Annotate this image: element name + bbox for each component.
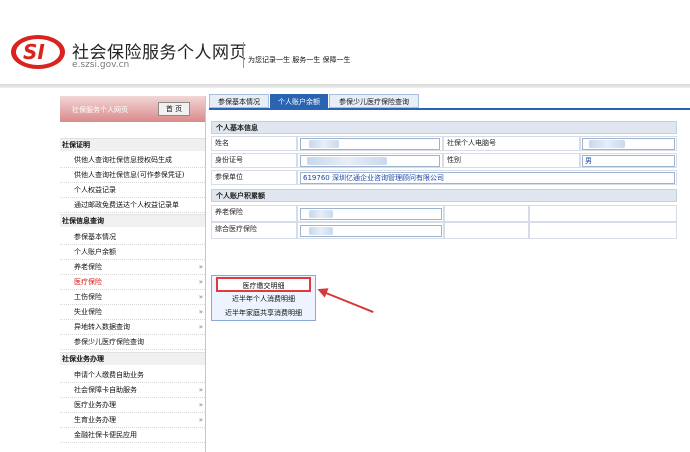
pension-extra-cell	[444, 205, 529, 222]
redacted-mask	[309, 210, 333, 218]
sidebar-item-label: 失业保险	[74, 308, 102, 316]
gender-field: 男	[582, 155, 675, 167]
sidebar-item-label: 个人权益记录	[74, 186, 116, 194]
chevron-right-icon: »	[198, 416, 203, 424]
sidebar-item-label: 养老保险	[74, 263, 102, 271]
sidebar-item-rights-record[interactable]: 个人权益记录	[60, 183, 205, 198]
sidebar-item-label: 申请个人缴费自助业务	[74, 371, 144, 379]
sidebar: 社保服务个人网页 首 页 社保证明 供他人查询社保信息授权码生成 供他人查询社保…	[60, 96, 206, 452]
sidebar-item-label: 参保少儿医疗保险查询	[74, 338, 144, 346]
sidebar-item-label: 金融社保卡便民应用	[74, 431, 137, 439]
chevron-right-icon: »	[198, 263, 203, 271]
sidebar-item-label: 医疗保险	[74, 278, 102, 286]
menu-item-family-spending[interactable]: 近半年家庭共享消费明细	[212, 306, 315, 321]
annotation-arrow-shaft	[325, 292, 374, 314]
sidebar-item-pension[interactable]: 养老保险 »	[60, 260, 205, 275]
sidebar-section-query[interactable]: 社保信息查询	[60, 214, 205, 227]
sidebar-item-injury[interactable]: 工伤保险 »	[60, 290, 205, 305]
sidebar-item-label: 通过邮政免费送达个人权益记录单	[74, 201, 179, 209]
name-field	[300, 138, 440, 150]
gender-label: 性别	[443, 153, 580, 168]
pension-extra-cell-2	[529, 205, 677, 222]
social-id-field	[582, 138, 675, 150]
chevron-right-icon: »	[198, 308, 203, 316]
sidebar-item-label: 工伤保险	[74, 293, 102, 301]
tab-basic-info[interactable]: 参保基本情况	[209, 94, 269, 108]
sidebar-item-finance-card[interactable]: 金融社保卡便民应用	[60, 428, 205, 443]
sidebar-item-label: 供他人查询社保信息授权码生成	[74, 156, 172, 164]
sidebar-item-label: 社会保障卡自助服务	[74, 386, 137, 394]
sidebar-section-business[interactable]: 社保业务办理	[60, 352, 205, 365]
site-domain: e.szsi.gov.cn	[72, 60, 130, 70]
sidebar-section-cert[interactable]: 社保证明	[60, 138, 205, 151]
home-button[interactable]: 首 页	[158, 102, 190, 116]
sidebar-item-account-balance[interactable]: 个人账户余额	[60, 245, 205, 260]
sidebar-item-label: 供他人查询社保信息(可作参保凭证)	[74, 171, 185, 179]
tab-bar: 参保基本情况 个人账户余额 参保少儿医疗保险查询	[209, 94, 690, 110]
medical-extra-cell	[444, 222, 529, 239]
social-id-label: 社保个人电脑号	[443, 136, 580, 151]
sidebar-item-label: 异地转入数据查询	[74, 323, 130, 331]
annotation-arrow-head	[315, 284, 329, 298]
sidebar-item-query-for-others[interactable]: 供他人查询社保信息(可作参保凭证)	[60, 168, 205, 183]
chevron-right-icon: »	[198, 293, 203, 301]
sidebar-header: 社保服务个人网页 首 页	[60, 96, 205, 122]
sidebar-item-medical[interactable]: 医疗保险 »	[60, 275, 205, 290]
account-header: 个人账户积累额	[211, 189, 677, 202]
sidebar-item-label: 医疗业务办理	[74, 401, 116, 409]
medical-dropdown-menu: 医疗缴交明细 近半年个人消费明细 近半年家庭共享消费明细	[211, 275, 316, 321]
name-label: 姓名	[211, 136, 297, 151]
site-slogan: 为您记录一生 服务一生 保障一生	[248, 56, 351, 64]
id-number-field	[300, 155, 440, 167]
sidebar-item-medical-business[interactable]: 医疗业务办理 »	[60, 398, 205, 413]
tab-child-medical[interactable]: 参保少儿医疗保险查询	[329, 94, 419, 108]
unit-field: 619760 深圳亿通企业咨询管理顾问有限公司	[300, 172, 675, 184]
medical-extra-cell-2	[529, 222, 677, 239]
sidebar-item-label: 参保基本情况	[74, 233, 116, 241]
pension-field	[300, 208, 442, 220]
redacted-mask	[589, 140, 625, 148]
redacted-mask	[309, 140, 339, 148]
logo-text: SI	[23, 40, 45, 64]
chevron-right-icon: »	[198, 323, 203, 331]
sidebar-item-card-service[interactable]: 社会保障卡自助服务 »	[60, 383, 205, 398]
sidebar-item-label: 生育业务办理	[74, 416, 116, 424]
sidebar-item-child-medical[interactable]: 参保少儿医疗保险查询	[60, 335, 205, 350]
sidebar-item-maternity-business[interactable]: 生育业务办理 »	[60, 413, 205, 428]
site-header: SI 社会保险服务个人网页 e.szsi.gov.cn 为您记录一生 服务一生 …	[0, 0, 690, 84]
pension-label: 养老保险	[211, 205, 297, 222]
id-number-label: 身份证号	[211, 153, 297, 168]
menu-item-personal-spending[interactable]: 近半年个人消费明细	[212, 292, 315, 307]
sidebar-item-transfer[interactable]: 异地转入数据查询 »	[60, 320, 205, 335]
medical-account-label: 综合医疗保险	[211, 222, 297, 239]
sidebar-item-postal-record[interactable]: 通过邮政免费送达个人权益记录单	[60, 198, 205, 213]
chevron-right-icon: »	[198, 386, 203, 394]
chevron-right-icon: »	[198, 278, 203, 286]
tab-account-balance[interactable]: 个人账户余额	[270, 94, 328, 108]
sidebar-item-label: 个人账户余额	[74, 248, 116, 256]
redacted-mask	[309, 227, 333, 235]
sidebar-item-unemployment[interactable]: 失业保险 »	[60, 305, 205, 320]
chevron-right-icon: »	[198, 401, 203, 409]
basic-info-header: 个人基本信息	[211, 121, 677, 134]
menu-item-medical-payment-detail[interactable]: 医疗缴交明细	[216, 277, 311, 292]
sidebar-item-self-pay[interactable]: 申请个人缴费自助业务	[60, 368, 205, 383]
redacted-mask	[307, 157, 387, 165]
sidebar-item-basic-info[interactable]: 参保基本情况	[60, 230, 205, 245]
unit-label: 参保单位	[211, 170, 297, 185]
header-divider	[243, 42, 244, 68]
social-insurance-logo: SI	[11, 35, 65, 69]
sidebar-title: 社保服务个人网页	[72, 106, 128, 114]
sidebar-item-auth-code[interactable]: 供他人查询社保信息授权码生成	[60, 153, 205, 168]
medical-account-field	[300, 225, 442, 237]
header-rule	[0, 84, 690, 88]
